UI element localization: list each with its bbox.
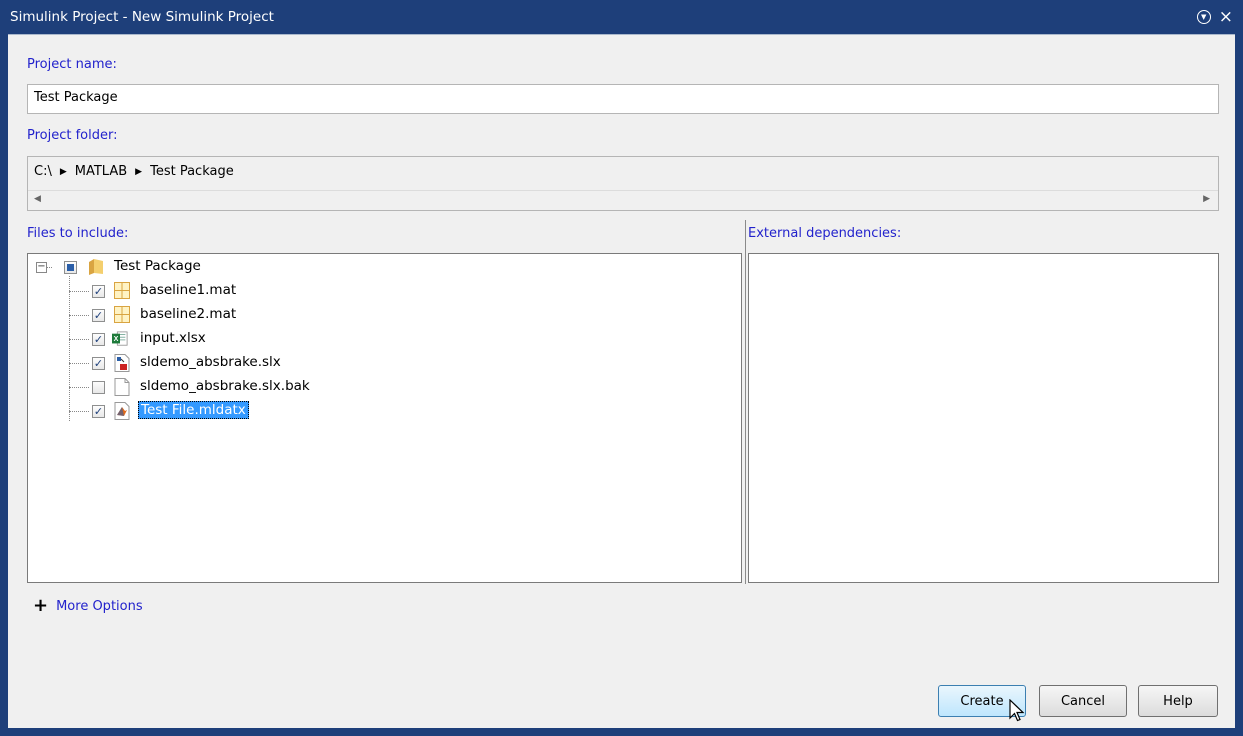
tree-connector bbox=[69, 387, 89, 388]
tree-connector bbox=[69, 315, 89, 316]
file-checkbox[interactable]: ✓ bbox=[92, 285, 105, 298]
title-bar: Simulink Project - New Simulink Project … bbox=[8, 0, 1235, 34]
close-icon[interactable]: × bbox=[1219, 8, 1233, 26]
tree-item-row[interactable]: ✓ baseline1.mat bbox=[28, 279, 741, 303]
blank-file-icon bbox=[114, 378, 130, 396]
window-title: Simulink Project - New Simulink Project bbox=[10, 9, 274, 25]
file-checkbox[interactable]: ✓ bbox=[92, 333, 105, 346]
tree-connector bbox=[69, 363, 89, 364]
help-button[interactable]: Help bbox=[1138, 685, 1218, 717]
scroll-left-icon[interactable]: ◀ bbox=[34, 194, 41, 204]
scroll-right-icon[interactable]: ▶ bbox=[1203, 194, 1210, 204]
project-folder-field[interactable]: C:\ ▶ MATLAB ▶ Test Package ◀ ▶ bbox=[27, 156, 1219, 211]
files-tree-panel[interactable]: − Test Package ✓ baseline1.mat ✓ baselin… bbox=[27, 253, 742, 583]
file-checkbox[interactable]: ✓ bbox=[92, 405, 105, 418]
file-name: input.xlsx bbox=[140, 330, 206, 346]
tree-item-row[interactable]: ✓ baseline2.mat bbox=[28, 303, 741, 327]
excel-icon: X bbox=[112, 331, 128, 346]
breadcrumb-separator-icon: ▶ bbox=[59, 166, 67, 177]
file-checkbox[interactable]: ✓ bbox=[92, 357, 105, 370]
dialog-body: Project name: Test Package Project folde… bbox=[8, 34, 1235, 728]
more-options-toggle[interactable]: + More Options bbox=[33, 597, 143, 615]
external-dependencies-label: External dependencies: bbox=[748, 226, 902, 241]
breadcrumb: C:\ ▶ MATLAB ▶ Test Package bbox=[34, 164, 234, 179]
more-options-label[interactable]: More Options bbox=[56, 599, 143, 614]
tree-connector bbox=[69, 339, 89, 340]
files-to-include-label: Files to include: bbox=[27, 226, 129, 241]
external-dependencies-panel[interactable] bbox=[748, 253, 1219, 583]
folder-horizontal-scrollbar[interactable]: ◀ ▶ bbox=[28, 190, 1218, 210]
mouse-pointer-icon bbox=[1009, 699, 1025, 722]
mat-grid-icon bbox=[114, 282, 130, 299]
matlab-data-icon bbox=[114, 402, 130, 420]
tree-connector bbox=[69, 411, 89, 412]
root-checkbox[interactable] bbox=[64, 261, 77, 274]
project-name-input[interactable]: Test Package bbox=[27, 84, 1219, 114]
file-name: baseline2.mat bbox=[140, 306, 237, 322]
expand-plus-icon[interactable]: + bbox=[33, 597, 48, 615]
tree-item-row[interactable]: sldemo_absbrake.slx.bak bbox=[28, 375, 741, 399]
simulink-model-icon bbox=[114, 354, 130, 372]
project-name-label: Project name: bbox=[27, 57, 117, 72]
tree-item-row-selected[interactable]: ✓ Test File.mldatx bbox=[28, 399, 741, 423]
collapse-icon[interactable]: − bbox=[36, 262, 47, 273]
svg-text:X: X bbox=[114, 335, 119, 343]
panel-splitter[interactable] bbox=[745, 220, 746, 584]
mat-grid-icon bbox=[114, 306, 130, 323]
file-name-selected: Test File.mldatx bbox=[138, 401, 249, 419]
tree-root-label: Test Package bbox=[114, 258, 201, 274]
project-folder-label: Project folder: bbox=[27, 128, 118, 143]
breadcrumb-drive[interactable]: C:\ bbox=[34, 164, 52, 179]
file-name: sldemo_absbrake.slx.bak bbox=[140, 378, 310, 394]
cancel-button[interactable]: Cancel bbox=[1039, 685, 1127, 717]
window-menu-icon[interactable]: ▼ bbox=[1196, 10, 1211, 24]
folder-icon bbox=[89, 259, 103, 275]
tree-connector bbox=[69, 291, 89, 292]
file-name: sldemo_absbrake.slx bbox=[140, 354, 281, 370]
file-checkbox[interactable] bbox=[92, 381, 105, 394]
file-name: baseline1.mat bbox=[140, 282, 237, 298]
breadcrumb-test-package[interactable]: Test Package bbox=[150, 164, 234, 179]
breadcrumb-separator-icon: ▶ bbox=[135, 166, 143, 177]
file-checkbox[interactable]: ✓ bbox=[92, 309, 105, 322]
tree-root-row[interactable]: − Test Package bbox=[28, 255, 741, 279]
tree-item-row[interactable]: ✓ sldemo_absbrake.slx bbox=[28, 351, 741, 375]
breadcrumb-matlab[interactable]: MATLAB bbox=[75, 164, 127, 179]
tree-item-row[interactable]: ✓ X input.xlsx bbox=[28, 327, 741, 351]
